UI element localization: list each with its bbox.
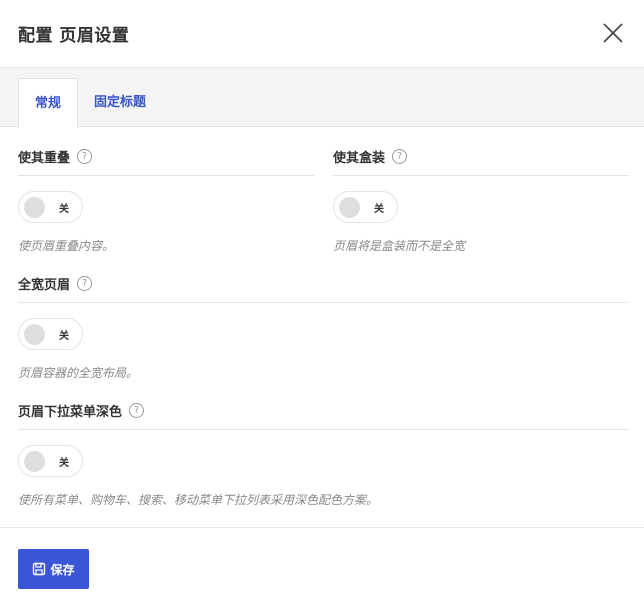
toggle-knob xyxy=(339,197,360,218)
help-icon[interactable]: ? xyxy=(77,149,93,164)
fullwidth-toggle[interactable]: 关 xyxy=(18,318,83,350)
tab-bar: 常规 固定标题 xyxy=(0,68,644,128)
toggle-knob xyxy=(24,197,45,218)
toggle-state: 关 xyxy=(59,204,69,215)
dialog-title: 配置 页眉设置 xyxy=(18,26,130,46)
tab-sticky-header[interactable]: 固定标题 xyxy=(94,78,146,128)
setting-label-text: 使其重叠 xyxy=(18,151,71,166)
setting-label-text: 全宽页眉 xyxy=(18,278,71,293)
setting-boxed-label: 使其盒装 ? xyxy=(333,147,408,166)
boxed-toggle[interactable]: 关 xyxy=(333,191,398,223)
setting-label-text: 页眉下拉菜单深色 xyxy=(18,405,123,420)
save-label: 保存 xyxy=(50,562,75,577)
setting-dark-dropdown-description: 使所有菜单、购物车、搜索、移动菜单下拉列表采用深色配色方案。 xyxy=(18,493,379,507)
help-icon[interactable]: ? xyxy=(392,149,408,164)
setting-label-text: 使其盒装 xyxy=(333,151,386,166)
setting-fullwidth-label: 全宽页眉 ? xyxy=(18,274,93,293)
setting-boxed-description: 页眉将是盒装而不是全宽 xyxy=(333,239,466,253)
footer-divider xyxy=(0,527,644,528)
divider xyxy=(18,302,629,303)
dark-dropdown-toggle[interactable]: 关 xyxy=(18,445,83,477)
help-icon[interactable]: ? xyxy=(129,403,145,418)
tab-general[interactable]: 常规 xyxy=(18,78,78,128)
overlap-toggle[interactable]: 关 xyxy=(18,191,83,223)
save-button[interactable]: 保存 xyxy=(18,549,89,589)
toggle-knob xyxy=(24,324,45,345)
close-icon[interactable] xyxy=(600,20,626,46)
dialog-header: 配置 页眉设置 xyxy=(0,0,644,68)
setting-dark-dropdown-label: 页眉下拉菜单深色 ? xyxy=(18,401,145,420)
divider xyxy=(18,429,629,430)
toggle-state: 关 xyxy=(59,331,69,342)
toggle-state: 关 xyxy=(374,204,384,215)
help-icon[interactable]: ? xyxy=(77,276,93,291)
toggle-state: 关 xyxy=(59,458,69,469)
setting-overlap-label: 使其重叠 ? xyxy=(18,147,93,166)
divider xyxy=(18,175,314,176)
settings-dialog: 配置 页眉设置 常规 固定标题 使其重叠 ? 关 使页眉重叠内容。 使其盒装 ?… xyxy=(0,0,644,605)
setting-fullwidth-description: 页眉容器的全宽布局。 xyxy=(18,366,139,380)
divider xyxy=(333,175,629,176)
setting-overlap-description: 使页眉重叠内容。 xyxy=(18,239,115,253)
save-icon xyxy=(33,562,46,576)
toggle-knob xyxy=(24,451,45,472)
